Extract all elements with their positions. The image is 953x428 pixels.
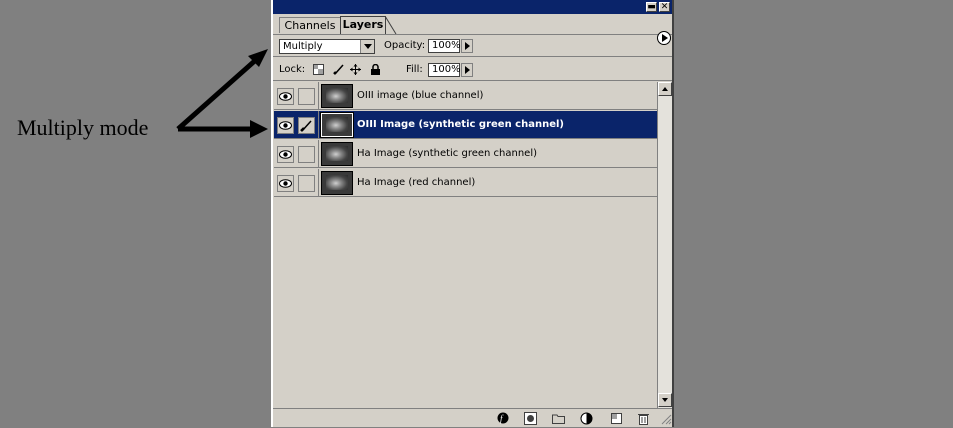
- opacity-label: Opacity:: [384, 40, 426, 51]
- layer-row-selected[interactable]: OIII Image (synthetic green channel): [274, 111, 657, 139]
- trash-icon[interactable]: [637, 412, 650, 425]
- divider: [318, 82, 319, 110]
- brush-toggle[interactable]: [298, 117, 315, 134]
- lock-transparency-icon[interactable]: [313, 64, 324, 75]
- minimize-button[interactable]: ▬: [646, 2, 657, 12]
- tab-edge: [385, 16, 397, 34]
- tab-channels[interactable]: Channels: [279, 17, 341, 33]
- new-layer-icon[interactable]: [610, 412, 623, 425]
- scroll-up-button[interactable]: [658, 82, 672, 96]
- layer-row[interactable]: Ha Image (synthetic green channel): [274, 140, 657, 168]
- lock-row: Lock: Fill: 100%: [273, 58, 672, 81]
- lock-paint-icon[interactable]: [333, 64, 344, 75]
- fill-slider-button[interactable]: [461, 63, 473, 77]
- link-toggle[interactable]: [298, 88, 315, 105]
- layer-row[interactable]: Ha Image (red channel): [274, 169, 657, 197]
- layer-thumbnail[interactable]: [321, 171, 353, 195]
- opacity-slider-button[interactable]: [461, 39, 473, 53]
- layer-mask-icon[interactable]: [524, 412, 537, 425]
- adjustment-layer-icon[interactable]: [580, 412, 593, 425]
- layer-thumbnail[interactable]: [321, 84, 353, 108]
- visibility-toggle[interactable]: [277, 146, 294, 163]
- panel-bottom-toolbar: f: [273, 408, 672, 428]
- blend-row: Multiply Opacity: 100%: [273, 36, 672, 57]
- panel-tabs: Channels Layers: [273, 14, 672, 45]
- blend-mode-value: Multiply: [283, 41, 323, 52]
- folder-icon[interactable]: [552, 412, 565, 425]
- visibility-toggle[interactable]: [277, 88, 294, 105]
- visibility-toggle[interactable]: [277, 175, 294, 192]
- link-toggle[interactable]: [298, 175, 315, 192]
- scroll-down-button[interactable]: [658, 393, 672, 407]
- fill-field[interactable]: 100%: [428, 63, 461, 77]
- opacity-field[interactable]: 100%: [428, 39, 461, 53]
- layer-name[interactable]: Ha Image (red channel): [357, 177, 475, 188]
- eye-icon: [279, 121, 292, 130]
- annotation-arrows: [176, 49, 268, 138]
- resize-grip-icon[interactable]: [659, 412, 672, 425]
- brush-icon: [300, 120, 312, 132]
- layer-thumbnail[interactable]: [320, 112, 354, 138]
- tab-layers[interactable]: Layers: [340, 16, 386, 34]
- eye-icon: [279, 150, 292, 159]
- link-toggle[interactable]: [298, 146, 315, 163]
- divider: [318, 140, 319, 168]
- layer-style-icon[interactable]: f: [497, 412, 510, 425]
- blend-mode-select[interactable]: Multiply: [279, 39, 375, 54]
- visibility-toggle[interactable]: [277, 117, 294, 134]
- layers-list: OIII image (blue channel) OIII Image (sy…: [274, 82, 657, 410]
- lock-all-icon[interactable]: [370, 63, 381, 75]
- layer-row[interactable]: OIII image (blue channel): [274, 82, 657, 110]
- panel-titlebar[interactable]: ▬ ✕: [273, 0, 672, 14]
- layer-name[interactable]: OIII image (blue channel): [357, 90, 483, 101]
- chevron-down-icon[interactable]: [360, 40, 374, 53]
- layer-name[interactable]: OIII Image (synthetic green channel): [357, 119, 564, 130]
- divider: [318, 169, 319, 197]
- fill-label: Fill:: [406, 64, 423, 75]
- lock-move-icon[interactable]: [350, 64, 361, 75]
- layers-panel: ▬ ✕ Channels Layers Multiply Opacity: 10…: [271, 0, 674, 427]
- layer-name[interactable]: Ha Image (synthetic green channel): [357, 148, 537, 159]
- eye-icon: [279, 92, 292, 101]
- layers-scrollbar[interactable]: [657, 82, 672, 408]
- eye-icon: [279, 179, 292, 188]
- divider: [318, 111, 319, 139]
- lock-label: Lock:: [279, 64, 306, 75]
- layer-thumbnail[interactable]: [321, 142, 353, 166]
- close-button[interactable]: ✕: [659, 2, 670, 12]
